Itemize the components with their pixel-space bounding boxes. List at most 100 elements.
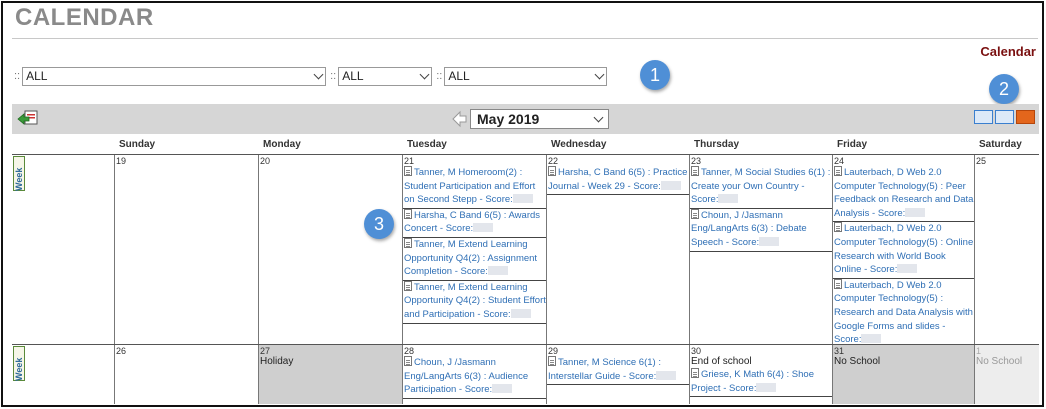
month-select[interactable]: May 2019 (470, 109, 609, 129)
weekday-header: Saturday (979, 139, 1022, 150)
export-to-outlook-icon[interactable] (16, 110, 38, 126)
document-icon (834, 222, 842, 233)
calendar-filter-select[interactable]: ALL (22, 66, 327, 86)
document-icon (404, 166, 412, 176)
day-number: 27 (260, 346, 271, 356)
assignment-event-label: Tanner, M Science 6(1) : Interstellar Gu… (548, 357, 661, 382)
assignment-event[interactable]: Tanner, M Extend Learning Opportunity Q4… (403, 280, 546, 324)
assignment-event[interactable]: Lauterbach, D Web 2.0 Computer Technolog… (833, 278, 974, 349)
document-icon (691, 368, 699, 378)
previous-month-arrow-icon[interactable] (452, 110, 467, 128)
assignment-event-label: Choun, J /Jasmann Eng/LangArts 6(3) : De… (691, 209, 807, 248)
assignment-event-label: Griese, K Math 6(4) : Shoe Project - Sco… (691, 369, 814, 394)
assignment-event-label: Harsha, C Band 6(5) : Awards Concert - S… (404, 209, 541, 235)
chevron-down-icon (313, 69, 324, 79)
filter-separator: :: (330, 70, 337, 82)
day-number: 26 (116, 346, 127, 356)
document-icon (548, 166, 556, 176)
redacted-score (718, 194, 739, 204)
assignment-event[interactable]: Tanner, M Homeroom(2) : Student Particip… (403, 166, 546, 209)
title-divider (12, 38, 1038, 39)
filter-separator: :: (436, 70, 443, 82)
day-number: 1 (976, 346, 982, 356)
event-type-filter-select[interactable]: ALL (444, 66, 608, 86)
chevron-down-icon (594, 69, 605, 79)
day-cell[interactable]: 19 (115, 155, 259, 344)
day-number: 30 (691, 346, 702, 356)
week-view-tab[interactable]: Week (13, 346, 25, 381)
assignment-event-label: Lauterbach, D Web 2.0 Computer Technolog… (834, 279, 973, 346)
day-number: 28 (404, 346, 415, 356)
calendar-grid: Sunday Monday Tuesday Wednesday Thursday… (12, 134, 1039, 404)
day-cell[interactable]: 21 Tanner, M Homeroom(2) : Student Partic… (403, 155, 547, 344)
day-cell[interactable]: 20 (259, 155, 403, 344)
redacted-score (510, 308, 531, 318)
day-cell[interactable]: 27 Holiday (259, 345, 403, 404)
redacted-score (905, 207, 926, 217)
assignment-event-label: Lauterbach, D Web 2.0 Computer Technolog… (834, 167, 974, 219)
document-icon (404, 237, 412, 248)
weekday-header-row: Sunday Monday Tuesday Wednesday Thursday… (12, 134, 1039, 154)
document-icon (404, 356, 412, 366)
day-cell[interactable]: 1 No School (975, 345, 1039, 404)
filter-bar: :: ALL :: ALL :: ALL (14, 66, 611, 86)
assignment-event[interactable]: Tanner, M Extend Learning Opportunity Q4… (403, 237, 546, 281)
day-note: No School (976, 356, 1023, 367)
document-icon (834, 278, 842, 289)
day-view-icon[interactable] (974, 110, 993, 124)
chevron-down-icon (419, 69, 430, 79)
week-tab-label: Week (14, 167, 24, 191)
weekday-header: Friday (837, 139, 868, 150)
weekday-header: Monday (263, 139, 301, 150)
day-cell[interactable]: 22 Harsha, C Band 6(5) : Practice Journal… (547, 155, 690, 344)
day-number: 24 (834, 156, 845, 166)
redacted-score (756, 382, 777, 392)
document-icon (691, 166, 699, 176)
week-view-tab[interactable]: Week (13, 156, 25, 191)
day-cell[interactable]: 24 Lauterbach, D Web 2.0 Computer Technol… (833, 155, 975, 349)
document-icon (548, 356, 556, 366)
day-cell[interactable]: 28 Choun, J /Jasmann Eng/LangArts 6(3) : … (403, 345, 547, 404)
assignment-event[interactable]: Griese, K Math 6(4) : Shoe Project - Sco… (690, 368, 832, 398)
chevron-down-icon (593, 112, 604, 123)
assignment-event[interactable]: Choun, J /Jasmann Eng/LangArts 6(3) : De… (690, 208, 832, 252)
day-number: 21 (404, 156, 415, 166)
document-icon (834, 166, 842, 176)
document-icon (404, 208, 412, 219)
day-cell[interactable]: 23 Tanner, M Social Studies 6(1) : Create… (690, 155, 833, 344)
assignment-event[interactable]: Lauterbach, D Web 2.0 Computer Technolog… (833, 166, 974, 223)
day-cell[interactable]: 26 (115, 345, 259, 404)
day-cell[interactable]: 31 No School (833, 345, 975, 404)
assignment-event[interactable]: Harsha, C Band 6(5) : Awards Concert - S… (403, 208, 546, 238)
redacted-score (861, 334, 882, 344)
assignment-event[interactable]: Harsha, C Band 6(5) : Practice Journal -… (547, 166, 689, 196)
weekday-header: Tuesday (407, 139, 447, 150)
assignment-event-label: Tanner, M Extend Learning Opportunity Q4… (404, 238, 538, 278)
day-cell[interactable]: 25 (975, 155, 1039, 344)
day-number: 29 (548, 346, 559, 356)
redacted-score (656, 370, 677, 380)
section-filter-select[interactable]: ALL (338, 66, 433, 86)
redacted-score (660, 180, 681, 190)
day-number: 19 (116, 156, 127, 166)
weekday-header: Sunday (119, 139, 156, 150)
day-number: 20 (260, 156, 271, 166)
calendar-filter-value: ALL (26, 68, 48, 83)
week-tab-label: Week (14, 357, 24, 381)
calendar-toolbar: May 2019 (12, 104, 1039, 134)
assignment-event[interactable]: Tanner, M Science 6(1) : Interstellar Gu… (547, 356, 689, 386)
week-gutter: Week (12, 345, 115, 404)
filter-separator: :: (14, 70, 21, 82)
calendar-link[interactable]: Calendar (980, 44, 1036, 59)
day-number: 31 (834, 346, 845, 356)
assignment-event[interactable]: Tanner, M Social Studies 6(1) : Create y… (690, 166, 832, 209)
callout-badge-2: 2 (989, 74, 1019, 104)
week-view-icon[interactable] (995, 110, 1014, 124)
assignment-event[interactable]: Choun, J /Jasmann Eng/LangArts 6(3) : Au… (403, 356, 546, 399)
month-view-icon[interactable] (1016, 110, 1035, 124)
redacted-score (473, 223, 494, 233)
assignment-event[interactable]: Lauterbach, D Web 2.0 Computer Technolog… (833, 222, 974, 279)
day-cell[interactable]: 30 End of school Griese, K Math 6(4) : Sho… (690, 345, 833, 404)
day-cell[interactable]: 29 Tanner, M Science 6(1) : Interstellar … (547, 345, 690, 404)
month-navigation: May 2019 (452, 109, 609, 129)
